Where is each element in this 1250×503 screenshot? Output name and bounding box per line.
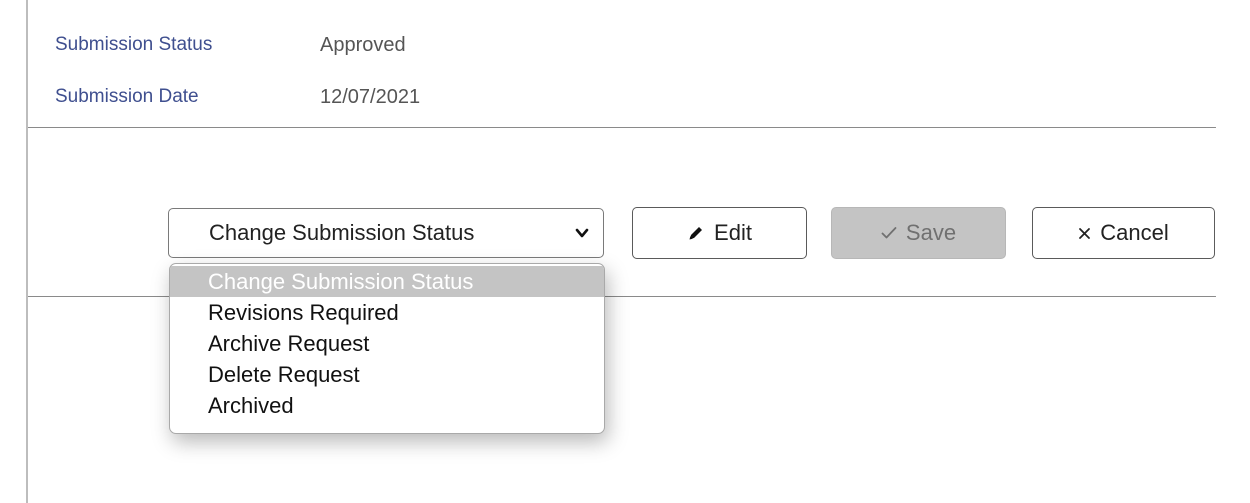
pencil-icon: [687, 224, 705, 242]
save-button[interactable]: Save: [831, 207, 1006, 259]
status-option-change-submission-status[interactable]: Change Submission Status: [170, 266, 604, 297]
submission-date-value: 12/07/2021: [320, 85, 421, 108]
top-divider: [28, 127, 1216, 128]
panel-left-border: [26, 0, 28, 503]
checkmark-icon: [881, 226, 897, 240]
submission-status-label: Submission Status: [55, 34, 213, 55]
change-status-select[interactable]: Change Submission Status: [168, 208, 604, 258]
submission-date-row: Submission Date 12/07/2021: [55, 82, 420, 112]
status-option-archived[interactable]: Archived: [170, 390, 604, 421]
status-dropdown-menu: Change Submission Status Revisions Requi…: [169, 263, 605, 434]
edit-button[interactable]: Edit: [632, 207, 807, 259]
submission-panel: Submission Status Approved Submission Da…: [0, 0, 1250, 503]
submission-status-value: Approved: [320, 33, 406, 56]
status-option-archive-request[interactable]: Archive Request: [170, 328, 604, 359]
chevron-down-icon: [575, 228, 589, 238]
change-status-select-value: Change Submission Status: [209, 220, 475, 245]
close-icon: [1078, 227, 1091, 240]
cancel-button-label: Cancel: [1100, 220, 1169, 245]
submission-date-label: Submission Date: [55, 86, 199, 107]
save-button-label: Save: [905, 220, 957, 245]
right-edge-fade: [1214, 0, 1250, 503]
status-option-revisions-required[interactable]: Revisions Required: [170, 297, 604, 328]
submission-status-row: Submission Status Approved: [55, 30, 406, 60]
cancel-button[interactable]: Cancel: [1032, 207, 1215, 259]
status-option-delete-request[interactable]: Delete Request: [170, 359, 604, 390]
edit-button-label: Edit: [714, 220, 752, 245]
